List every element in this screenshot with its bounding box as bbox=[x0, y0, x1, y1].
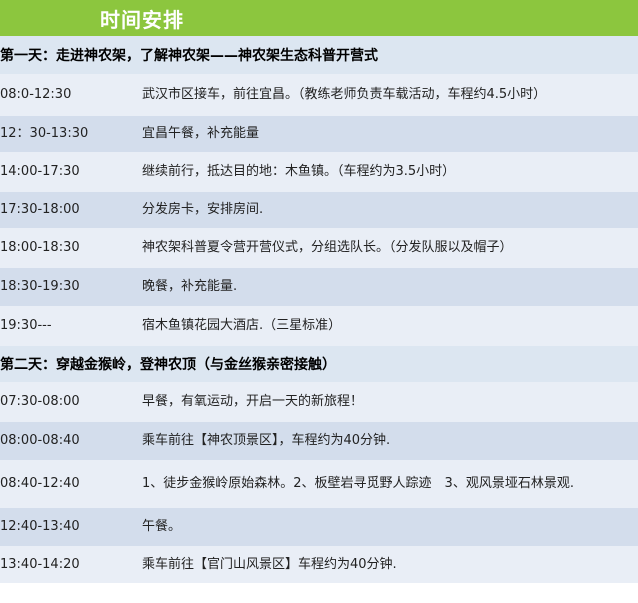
row-time: 13:40-14:20 bbox=[0, 546, 142, 583]
row-time: 08:0-12:30 bbox=[0, 74, 142, 116]
row-time: 07:30-08:00 bbox=[0, 382, 142, 422]
table-row: 18:00-18:30 神农架科普夏令营开营仪式，分组选队长。（分发队服以及帽子… bbox=[0, 228, 638, 268]
table-row: 17:30-18:00 分发房卡，安排房间. bbox=[0, 192, 638, 228]
row-plan: 晚餐，补充能量. bbox=[142, 268, 638, 306]
row-time: 12:40-13:40 bbox=[0, 508, 142, 546]
header-plan: 安排 bbox=[142, 0, 638, 36]
row-plan: 乘车前往【官门山风景区】车程约为40分钟. bbox=[142, 546, 638, 583]
row-time: 17:30-18:00 bbox=[0, 192, 142, 228]
row-plan: 宜昌午餐，补充能量 bbox=[142, 116, 638, 152]
row-time: 14:00-17:30 bbox=[0, 152, 142, 192]
row-plan: 1、徒步金猴岭原始森林。2、板壁岩寻觅野人踪迹 3、观风景垭石林景观. bbox=[142, 460, 638, 508]
row-time: 12：30-13:30 bbox=[0, 116, 142, 152]
table-row: 14:00-17:30 继续前行，抵达目的地：木鱼镇。（车程约为3.5小时） bbox=[0, 152, 638, 192]
row-plan: 分发房卡，安排房间. bbox=[142, 192, 638, 228]
schedule-table: 时间 安排 第一天：走进神农架，了解神农架——神农架生态科普开营式 08:0-1… bbox=[0, 0, 638, 583]
table-row: 08:0-12:30 武汉市区接车，前往宜昌。（教练老师负责车载活动，车程约4.… bbox=[0, 74, 638, 116]
row-plan: 早餐，有氧运动，开启一天的新旅程！ bbox=[142, 382, 638, 422]
row-plan: 宿木鱼镇花园大酒店.（三星标准） bbox=[142, 306, 638, 346]
table-row: 12：30-13:30 宜昌午餐，补充能量 bbox=[0, 116, 638, 152]
row-plan: 武汉市区接车，前往宜昌。（教练老师负责车载活动，车程约4.5小时） bbox=[142, 74, 638, 116]
row-time: 18:30-19:30 bbox=[0, 268, 142, 306]
day1-row: 第一天：走进神农架，了解神农架——神农架生态科普开营式 bbox=[0, 36, 638, 74]
table-row: 18:30-19:30 晚餐，补充能量. bbox=[0, 268, 638, 306]
row-time: 08:00-08:40 bbox=[0, 422, 142, 460]
header-row: 时间 安排 bbox=[0, 0, 638, 36]
table-row: 07:30-08:00 早餐，有氧运动，开启一天的新旅程！ bbox=[0, 382, 638, 422]
row-plan: 午餐。 bbox=[142, 508, 638, 546]
row-plan: 乘车前往【神农顶景区】，车程约为40分钟. bbox=[142, 422, 638, 460]
table-row: 12:40-13:40 午餐。 bbox=[0, 508, 638, 546]
table-row: 19:30--- 宿木鱼镇花园大酒店.（三星标准） bbox=[0, 306, 638, 346]
table-row: 08:00-08:40 乘车前往【神农顶景区】，车程约为40分钟. bbox=[0, 422, 638, 460]
table-row: 13:40-14:20 乘车前往【官门山风景区】车程约为40分钟. bbox=[0, 546, 638, 583]
table-row: 08:40-12:40 1、徒步金猴岭原始森林。2、板壁岩寻觅野人踪迹 3、观风… bbox=[0, 460, 638, 508]
row-plan: 继续前行，抵达目的地：木鱼镇。（车程约为3.5小时） bbox=[142, 152, 638, 192]
header-time: 时间 bbox=[0, 0, 142, 36]
day1-title: 第一天：走进神农架，了解神农架——神农架生态科普开营式 bbox=[0, 36, 638, 74]
row-time: 18:00-18:30 bbox=[0, 228, 142, 268]
row-time: 08:40-12:40 bbox=[0, 460, 142, 508]
day2-row: 第二天：穿越金猴岭，登神农顶（与金丝猴亲密接触） bbox=[0, 346, 638, 382]
row-time: 19:30--- bbox=[0, 306, 142, 346]
day2-title: 第二天：穿越金猴岭，登神农顶（与金丝猴亲密接触） bbox=[0, 346, 638, 382]
row-plan: 神农架科普夏令营开营仪式，分组选队长。（分发队服以及帽子） bbox=[142, 228, 638, 268]
